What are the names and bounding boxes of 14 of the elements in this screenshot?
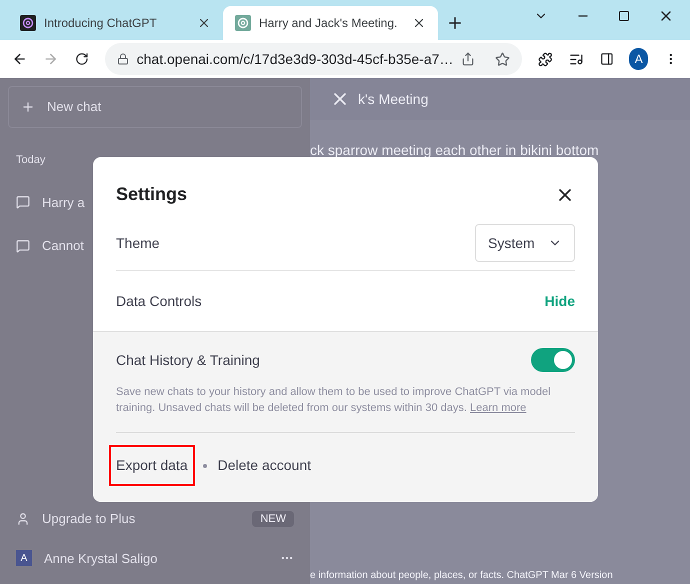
theme-label: Theme xyxy=(116,234,160,252)
message-text: ck sparrow meeting each other in bikini bottom xyxy=(310,141,600,160)
user-avatar: A xyxy=(16,550,32,566)
history-description: Save new chats to your history and allow them to be used to improve ChatGPT via model training. Unsaved chats will be deleted from our systems within 30 days. Learn more xyxy=(116,384,575,433)
history-label: Chat History & Training xyxy=(116,350,260,370)
new-badge: NEW xyxy=(252,510,294,527)
footer-text: e information about people, places, or facts. ChatGPT Mar 6 Version xyxy=(310,569,614,583)
dialog-title: Settings xyxy=(116,183,188,206)
data-controls-label: Data Controls xyxy=(116,292,202,310)
url-text: chat.openai.com/c/17d3e3d9-303d-45cf-b35e-a7… xyxy=(136,50,454,69)
tab-title: Harry and Jack's Meeting. xyxy=(259,15,398,32)
chat-title: k's Meeting xyxy=(358,90,428,109)
tab-title: Introducing ChatGPT xyxy=(44,15,158,32)
section-label: Today xyxy=(16,153,46,168)
